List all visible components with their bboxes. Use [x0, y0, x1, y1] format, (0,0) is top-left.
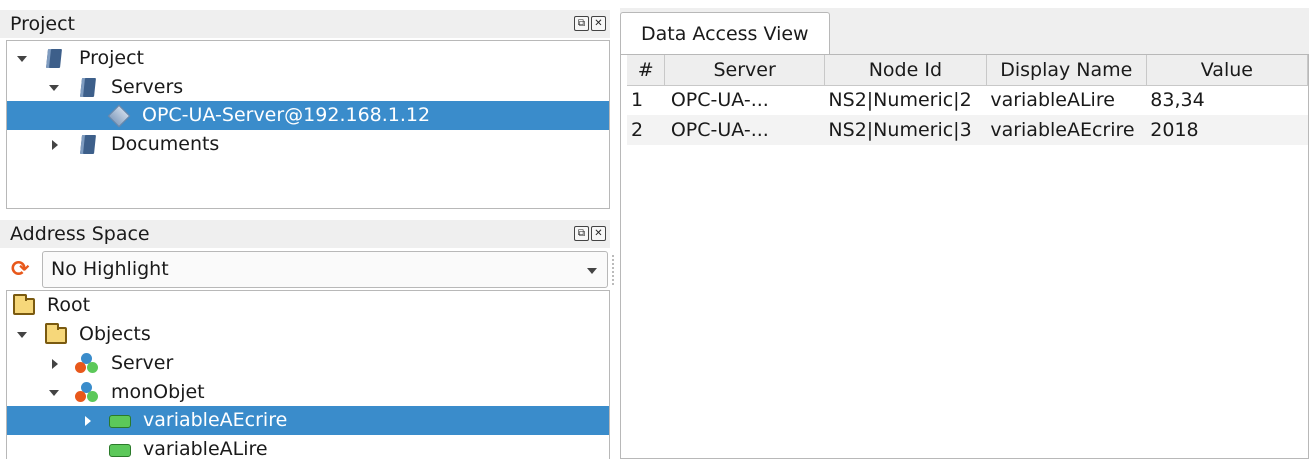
tree-item-label: Servers	[111, 76, 184, 98]
cell-index: 1	[631, 89, 644, 112]
object-icon	[75, 353, 99, 375]
server-icon	[107, 104, 131, 128]
close-icon[interactable]: ✕	[591, 16, 606, 31]
chevron-down-icon[interactable]	[17, 56, 27, 62]
folder-icon	[45, 323, 67, 344]
chevron-down-icon[interactable]	[49, 85, 59, 91]
tree-item-label: variableAEcrire	[143, 409, 288, 431]
tree-item-label: variableALire	[143, 438, 268, 459]
tree-item-server[interactable]: Server	[7, 349, 609, 378]
chevron-right-icon[interactable]	[85, 416, 91, 426]
float-icon[interactable]: ⧉	[574, 226, 589, 241]
tab-data-access-view[interactable]: Data Access View	[620, 12, 830, 54]
tree-item-opc-server[interactable]: OPC-UA-Server@192.168.1.12	[7, 101, 609, 130]
cell-value[interactable]: 83,34	[1146, 85, 1307, 115]
chevron-down-icon[interactable]	[49, 390, 59, 396]
data-access-area: Data Access View # Server Node Id Displa…	[620, 8, 1309, 459]
refresh-icon[interactable]: ⟳	[11, 259, 35, 281]
tree-item-monobjet[interactable]: monObjet	[7, 378, 609, 407]
tree-item-label: Project	[79, 47, 145, 69]
dock-splitter[interactable]	[612, 255, 615, 285]
chevron-down-icon[interactable]	[587, 268, 597, 274]
tree-item-label: Root	[47, 294, 91, 316]
address-dock-title-text: Address Space	[10, 223, 150, 245]
chevron-right-icon[interactable]	[52, 140, 58, 150]
column-header-value[interactable]: Value	[1146, 55, 1309, 86]
folder-icon	[13, 294, 35, 315]
highlight-select-value: No Highlight	[51, 258, 169, 280]
tree-item-label: Objects	[79, 323, 151, 345]
cell-display-name: variableAEcrire	[986, 115, 1147, 145]
column-header-node-id[interactable]: Node Id	[824, 55, 987, 86]
project-dock-title: Project ⧉ ✕	[0, 10, 610, 38]
table-header-row: # Server Node Id Display Name Value	[627, 55, 1309, 86]
tree-item-servers[interactable]: Servers	[7, 73, 609, 102]
variable-icon	[109, 415, 131, 428]
tree-item-label: OPC-UA-Server@192.168.1.12	[142, 104, 431, 126]
tree-item-objects[interactable]: Objects	[7, 320, 609, 349]
close-icon[interactable]: ✕	[591, 226, 606, 241]
chevron-right-icon[interactable]	[52, 359, 58, 369]
address-tree: Root Objects Server monObjet variableAEc…	[6, 290, 610, 459]
column-header-display-name[interactable]: Display Name	[986, 55, 1147, 86]
tree-item-variableaecrire[interactable]: variableAEcrire	[7, 406, 609, 435]
variable-icon	[109, 444, 131, 457]
cell-server: OPC-UA-...	[664, 115, 825, 145]
data-access-table: # Server Node Id Display Name Value 1 OP…	[620, 54, 1309, 459]
table-row[interactable]: 1 OPC-UA-... NS2|Numeric|2 variableALire…	[627, 85, 1308, 115]
book-icon	[80, 135, 96, 154]
tree-item-project[interactable]: Project	[7, 44, 609, 73]
tree-item-label: Documents	[111, 133, 220, 155]
address-dock-title: Address Space ⧉ ✕	[0, 220, 610, 248]
column-header-index[interactable]: #	[627, 55, 666, 86]
tree-item-label: monObjet	[111, 381, 205, 403]
object-icon	[75, 382, 99, 404]
book-icon	[80, 78, 96, 97]
column-header-server[interactable]: Server	[664, 55, 825, 86]
tree-item-variablealire[interactable]: variableALire	[7, 435, 609, 459]
tab-label: Data Access View	[641, 23, 809, 45]
cell-value[interactable]: 2018	[1146, 115, 1308, 145]
float-icon[interactable]: ⧉	[574, 16, 589, 31]
table-row[interactable]: 2 OPC-UA-... NS2|Numeric|3 variableAEcri…	[627, 115, 1308, 145]
chevron-down-icon[interactable]	[17, 332, 27, 338]
cell-server: OPC-UA-...	[670, 89, 769, 112]
cell-node-id: NS2|Numeric|2	[828, 89, 972, 112]
highlight-select[interactable]: No Highlight	[42, 251, 608, 288]
tree-item-root[interactable]: Root	[7, 291, 609, 320]
tree-item-documents[interactable]: Documents	[7, 130, 609, 159]
tree-item-label: Server	[111, 352, 174, 374]
project-tree: Project Servers OPC-UA-Server@192.168.1.…	[6, 40, 610, 209]
project-dock-title-text: Project	[10, 13, 76, 35]
cell-node-id: NS2|Numeric|3	[824, 115, 987, 145]
cell-display-name: variableALire	[990, 89, 1115, 112]
book-icon	[46, 49, 62, 68]
cell-index: 2	[627, 115, 665, 145]
